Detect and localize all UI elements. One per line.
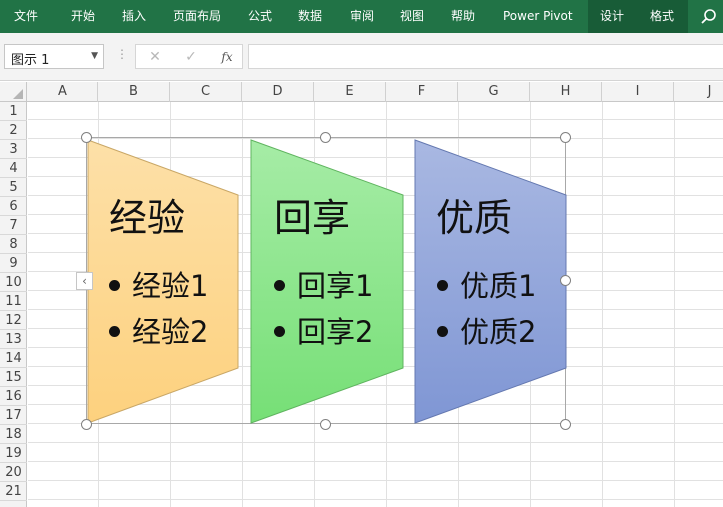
ribbon-tab-bar: 文件 开始 插入 页面布局 公式 数据 审阅 视图 帮助 Power Pivot… — [0, 0, 723, 33]
row-header[interactable]: 1 — [0, 102, 27, 121]
resize-handle-top-right[interactable] — [560, 132, 571, 143]
more-options-icon[interactable]: ⋮ — [116, 47, 128, 61]
resize-handle-bottom-left[interactable] — [81, 419, 92, 430]
column-header-g[interactable]: G — [458, 82, 530, 102]
row-header[interactable]: 17 — [0, 406, 27, 425]
tab-file[interactable]: 文件 — [14, 0, 38, 33]
row-header[interactable]: 7 — [0, 216, 27, 235]
row-header[interactable]: 6 — [0, 197, 27, 216]
column-header-e[interactable]: E — [314, 82, 386, 102]
bullet-dot-icon — [437, 325, 448, 337]
row-header[interactable]: 12 — [0, 311, 27, 330]
tab-format[interactable]: 格式 — [636, 0, 688, 33]
bullet-dot-icon — [109, 279, 120, 291]
name-box[interactable]: 图示 1 ▼ — [4, 44, 104, 69]
row-header-column: 1 2 3 4 5 6 7 8 9 10 11 12 13 14 15 16 1… — [0, 102, 27, 507]
formula-input[interactable] — [248, 44, 723, 69]
bullet-dot-icon — [274, 325, 285, 337]
bullet-text: 回享2 — [297, 315, 374, 349]
text-pane-toggle-icon[interactable]: ‹ — [76, 272, 93, 290]
column-header-row: A B C D E F G H I J — [0, 82, 723, 102]
tab-data[interactable]: 数据 — [298, 0, 322, 33]
tab-power-pivot[interactable]: Power Pivot — [503, 0, 573, 33]
row-header[interactable]: 20 — [0, 463, 27, 482]
row-header[interactable]: 2 — [0, 121, 27, 140]
row-header[interactable]: 18 — [0, 425, 27, 444]
row-header[interactable]: 9 — [0, 254, 27, 273]
row-header[interactable]: 5 — [0, 178, 27, 197]
row-header[interactable]: 3 — [0, 140, 27, 159]
tab-page-layout[interactable]: 页面布局 — [173, 0, 221, 33]
column-header-h[interactable]: H — [530, 82, 602, 102]
cancel-icon[interactable]: ✕ — [144, 47, 166, 67]
column-header-c[interactable]: C — [170, 82, 242, 102]
shape-title-experience[interactable]: 经验 — [109, 196, 185, 240]
resize-handle-right[interactable] — [560, 275, 571, 286]
tab-review[interactable]: 审阅 — [350, 0, 374, 33]
resize-handle-bottom-right[interactable] — [560, 419, 571, 430]
bullet-dot-icon — [274, 279, 285, 291]
bullet-text: 经验1 — [132, 269, 209, 303]
row-header[interactable]: 13 — [0, 330, 27, 349]
resize-handle-top[interactable] — [320, 132, 331, 143]
row-header[interactable]: 8 — [0, 235, 27, 254]
tab-home[interactable]: 开始 — [71, 0, 95, 33]
bullet-dot-icon — [109, 325, 120, 337]
tab-formulas[interactable]: 公式 — [248, 0, 272, 33]
row-header[interactable]: 10 — [0, 273, 27, 292]
formula-bar-row: 图示 1 ▼ ⋮ ✕ ✓ fx — [0, 33, 723, 81]
column-header-f[interactable]: F — [386, 82, 458, 102]
row-header[interactable]: 11 — [0, 292, 27, 311]
column-header-b[interactable]: B — [98, 82, 170, 102]
bullet-experience-1[interactable]: 经验1 — [109, 269, 208, 303]
row-header[interactable]: 14 — [0, 349, 27, 368]
bullet-quality-2[interactable]: 优质2 — [437, 315, 536, 349]
row-header[interactable]: 4 — [0, 159, 27, 178]
row-header[interactable]: 16 — [0, 387, 27, 406]
select-all-corner[interactable] — [0, 82, 27, 102]
row-header[interactable]: 19 — [0, 444, 27, 463]
tab-design[interactable]: 设计 — [588, 0, 636, 33]
column-header-i[interactable]: I — [602, 82, 674, 102]
chevron-down-icon[interactable]: ▼ — [91, 51, 98, 61]
column-header-d[interactable]: D — [242, 82, 314, 102]
name-box-value: 图示 1 — [11, 53, 50, 68]
formula-buttons: ✕ ✓ fx — [135, 44, 243, 69]
bullet-text: 回享1 — [297, 269, 374, 303]
tab-help[interactable]: 帮助 — [451, 0, 475, 33]
shape-title-share[interactable]: 回享 — [274, 196, 350, 240]
column-header-a[interactable]: A — [28, 82, 98, 102]
tab-insert[interactable]: 插入 — [122, 0, 146, 33]
resize-handle-bottom[interactable] — [320, 419, 331, 430]
smartart-graphic[interactable]: 经验 经验1 经验2 回享 回享1 回享2 优质 优质1 优质2 — [86, 137, 567, 424]
row-header[interactable]: 15 — [0, 368, 27, 387]
search-icon[interactable] — [700, 8, 718, 26]
tab-view[interactable]: 视图 — [400, 0, 424, 33]
bullet-share-2[interactable]: 回享2 — [274, 315, 373, 349]
bullet-dot-icon — [437, 279, 448, 291]
bullet-text: 优质2 — [460, 315, 537, 349]
shape-title-quality[interactable]: 优质 — [436, 196, 512, 240]
bullet-experience-2[interactable]: 经验2 — [109, 315, 208, 349]
enter-icon[interactable]: ✓ — [180, 47, 202, 67]
insert-function-icon[interactable]: fx — [216, 47, 238, 67]
bullet-text: 优质1 — [460, 269, 537, 303]
bullet-quality-1[interactable]: 优质1 — [437, 269, 536, 303]
row-header[interactable]: 21 — [0, 482, 27, 501]
column-header-j[interactable]: J — [674, 82, 723, 102]
bullet-text: 经验2 — [132, 315, 209, 349]
resize-handle-top-left[interactable] — [81, 132, 92, 143]
bullet-share-1[interactable]: 回享1 — [274, 269, 373, 303]
